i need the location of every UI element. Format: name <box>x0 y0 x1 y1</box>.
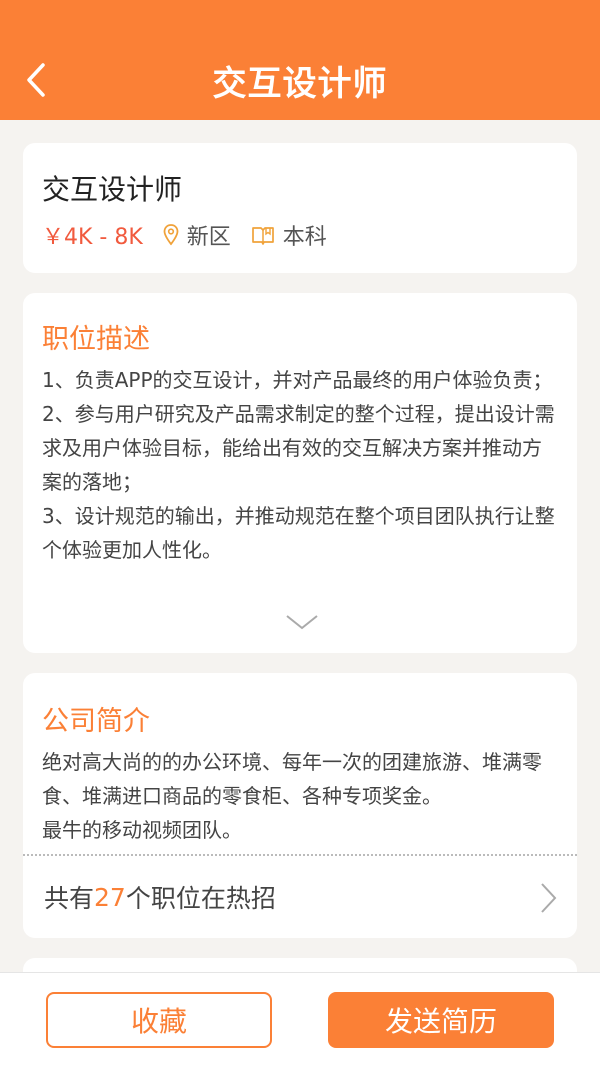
description-title: 职位描述 <box>42 324 150 355</box>
job-summary-card: 交互设计师 ￥4K - 8K 新区 本科 <box>23 143 577 273</box>
description-line: 1、负责APP的交互设计，并对产品最终的用户体验负责； <box>42 368 553 392</box>
education-info: 本科 <box>251 219 327 251</box>
hot-jobs-prefix: 共有 <box>44 884 95 913</box>
salary-range: ￥4K - 8K <box>42 225 143 250</box>
location-pin-icon <box>163 224 179 246</box>
bottom-action-bar: 收藏 发送简历 <box>0 972 600 1067</box>
hot-jobs-count: 27 <box>94 882 126 912</box>
hot-jobs-suffix: 个职位在热招 <box>125 884 276 913</box>
location-text: 新区 <box>186 225 231 250</box>
job-title: 交互设计师 <box>42 173 183 206</box>
hot-jobs-link[interactable]: 共有 27 个职位在热招 <box>23 856 577 938</box>
company-title: 公司简介 <box>42 706 150 737</box>
company-intro-line: 最牛的移动视频团队。 <box>42 818 242 842</box>
chevron-down-icon <box>286 615 318 630</box>
company-intro-text: 绝对高大尚的的办公环境、每年一次的团建旅游、堆满零食、堆满进口商品的零食柜、各种… <box>42 745 559 847</box>
favorite-button[interactable]: 收藏 <box>46 992 272 1048</box>
company-intro-line: 绝对高大尚的的办公环境、每年一次的团建旅游、堆满零食、堆满进口商品的零食柜、各种… <box>42 750 542 808</box>
education-text: 本科 <box>282 225 327 250</box>
chevron-right-icon <box>541 883 557 913</box>
company-intro-card: 公司简介 绝对高大尚的的办公环境、每年一次的团建旅游、堆满零食、堆满进口商品的零… <box>23 673 577 938</box>
book-icon <box>251 227 274 245</box>
description-line: 3、设计规范的输出，并推动规范在整个项目团队执行让整个体验更加人性化。 <box>42 504 555 562</box>
expand-description-button[interactable] <box>284 610 320 634</box>
job-description-card: 职位描述 1、负责APP的交互设计，并对产品最终的用户体验负责； 2、参与用户研… <box>23 293 577 653</box>
description-text: 1、负责APP的交互设计，并对产品最终的用户体验负责； 2、参与用户研究及产品需… <box>42 363 559 567</box>
app-header: 交互设计师 <box>0 0 600 120</box>
page-title: 交互设计师 <box>212 64 388 104</box>
description-line: 2、参与用户研究及产品需求制定的整个过程，提出设计需求及用户体验目标，能给出有效… <box>42 402 555 494</box>
location-info: 新区 <box>163 219 231 251</box>
send-resume-button[interactable]: 发送简历 <box>328 992 554 1048</box>
job-meta: ￥4K - 8K 新区 本科 <box>42 219 327 251</box>
